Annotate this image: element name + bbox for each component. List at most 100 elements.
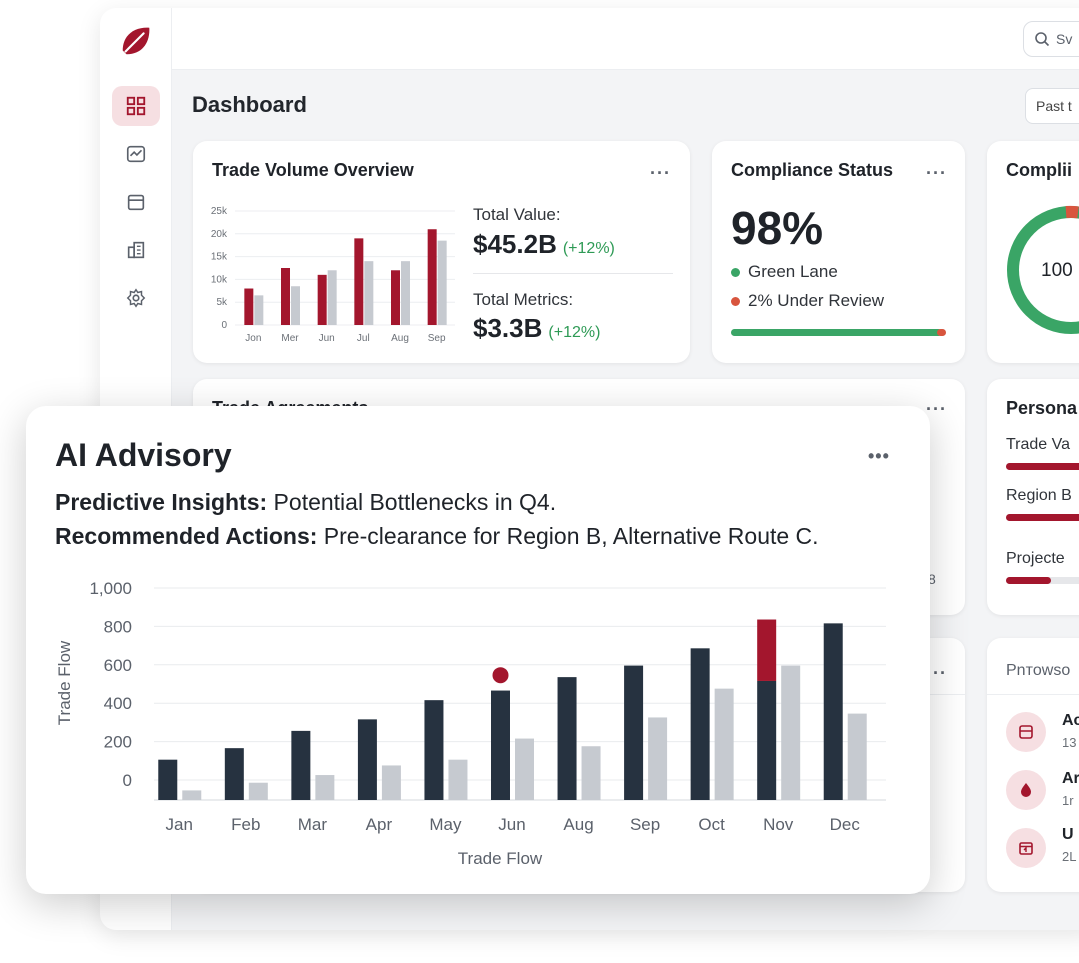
x-tick-label: Jon — [245, 333, 261, 344]
bar — [158, 759, 178, 800]
x-tick-label: Jul — [357, 333, 370, 344]
total-metrics: $3.3B (+12%) — [473, 313, 600, 344]
green-lane-label: Green Lane — [748, 262, 838, 281]
y-tick-label: 20k — [211, 229, 228, 240]
processes-title: Pnтowso — [1006, 662, 1071, 679]
recommended-actions-text: Pre-clearance for Region B, Alternative … — [317, 523, 819, 549]
ai-advisory-card: AI Advisory ••• Predictive Insights: Pot… — [26, 406, 930, 894]
bar — [248, 782, 268, 800]
ai-advisory-more-button[interactable]: ••• — [868, 447, 890, 465]
predictive-insights-text: Potential Bottlenecks in Q4. — [267, 489, 557, 515]
bar — [557, 677, 577, 800]
red-dot — [731, 296, 740, 306]
bar — [364, 261, 374, 325]
marker-point — [492, 667, 509, 684]
bar — [515, 738, 534, 800]
brand-logo — [122, 27, 150, 55]
personal-progress-bar — [1006, 463, 1079, 470]
legend-green-lane: Green Lane — [731, 262, 838, 282]
sidebar-item-activity[interactable] — [112, 134, 160, 174]
bar — [291, 286, 300, 325]
x-tick-label: Aug — [391, 333, 409, 344]
search-icon — [1035, 32, 1050, 47]
personal-title: Persona — [1006, 398, 1078, 418]
x-tick-label: Jun — [498, 815, 525, 834]
bar — [624, 665, 644, 800]
total-value-label: Total Value: — [473, 205, 561, 224]
y-axis-title: Trade Flow — [55, 640, 74, 725]
trade-volume-title: Trade Volume Overview — [212, 160, 414, 180]
personal-progress-fill — [1006, 514, 1079, 521]
sidebar-item-building[interactable] — [112, 230, 160, 270]
personal-progress-fill — [1006, 577, 1051, 584]
sidebar-item-calendar[interactable] — [112, 182, 160, 222]
x-tick-label: Mer — [281, 333, 299, 344]
process-item-sub: 2L — [1062, 849, 1077, 864]
search-placeholder: Sv — [1056, 31, 1073, 47]
legend-under-review: 2% Under Review — [731, 291, 884, 311]
bar — [224, 748, 244, 800]
settings-icon — [126, 288, 146, 308]
total-metrics-delta: (+12%) — [548, 324, 601, 341]
personal-progress-fill — [1006, 463, 1079, 470]
bar — [714, 688, 734, 800]
bar — [291, 730, 311, 800]
y-tick-label: 800 — [104, 617, 132, 636]
compliance-score-value: 100 — [1041, 260, 1073, 281]
total-value-delta: (+12%) — [562, 240, 615, 257]
sidebar-item-dashboard[interactable] — [112, 86, 160, 126]
compliance-progress-fill — [731, 329, 942, 336]
predictive-insights-line: Predictive Insights: Potential Bottlenec… — [55, 489, 556, 516]
process-item-icon — [1006, 712, 1046, 752]
calendar-icon — [1019, 842, 1033, 855]
y-tick-label: 5k — [216, 297, 228, 308]
y-tick-label: 200 — [104, 733, 132, 752]
process-item-sub: 1r — [1062, 793, 1074, 808]
personal-progress-bar — [1006, 514, 1079, 521]
recommended-actions-line: Recommended Actions: Pre-clearance for R… — [55, 523, 819, 550]
trade-volume-more-button[interactable]: ··· — [650, 164, 671, 182]
trade-agreements-more-button[interactable]: ··· — [926, 400, 947, 418]
bar — [315, 775, 335, 800]
page-title: Dashboard — [192, 92, 307, 117]
personal-card: Persona Trade Va Region B Projecte — [987, 379, 1079, 615]
y-tick-label: 0 — [123, 771, 132, 790]
processes-card: Pnтowso Ac 13 Ar 1r U 2L — [987, 638, 1079, 892]
bar — [424, 700, 444, 800]
bar — [391, 270, 400, 325]
bar — [254, 295, 264, 325]
process-item-icon — [1006, 828, 1046, 868]
date-filter[interactable]: Past t — [1025, 88, 1079, 124]
bar — [317, 274, 327, 325]
process-item-sub: 13 — [1062, 735, 1077, 750]
x-axis-title: Trade Flow — [458, 849, 543, 868]
x-tick-label: Jan — [166, 815, 193, 834]
process-item-icon — [1006, 770, 1046, 810]
bar — [437, 240, 447, 325]
processes-divider — [987, 694, 1079, 695]
bar — [757, 680, 777, 800]
bar — [401, 261, 410, 325]
total-metrics-amount: $3.3B — [473, 313, 543, 343]
metric-divider — [473, 273, 673, 274]
y-tick-label: 15k — [211, 252, 228, 263]
building-icon — [127, 241, 145, 259]
bar — [690, 648, 710, 800]
green-dot — [731, 267, 740, 277]
y-tick-label: 0 — [221, 320, 227, 331]
y-tick-label: 10k — [211, 274, 228, 285]
dashboard-icon — [126, 96, 146, 116]
compliance-more-button[interactable]: ··· — [926, 164, 947, 182]
process-item-title[interactable]: Ar — [1062, 770, 1079, 788]
topbar: Sv — [172, 8, 1079, 70]
ai-advisory-title: AI Advisory — [55, 437, 232, 473]
personal-item-label: Region B — [1006, 487, 1072, 504]
bar — [182, 790, 202, 800]
y-tick-label: 1,000 — [89, 579, 132, 598]
compliance-score-card: Complii 100 — [987, 141, 1079, 363]
search-input[interactable]: Sv — [1023, 21, 1079, 57]
process-item-title[interactable]: Ac — [1062, 712, 1079, 730]
bar — [327, 270, 337, 325]
sidebar-item-settings[interactable] — [112, 278, 160, 318]
process-item-title[interactable]: U — [1062, 826, 1074, 844]
